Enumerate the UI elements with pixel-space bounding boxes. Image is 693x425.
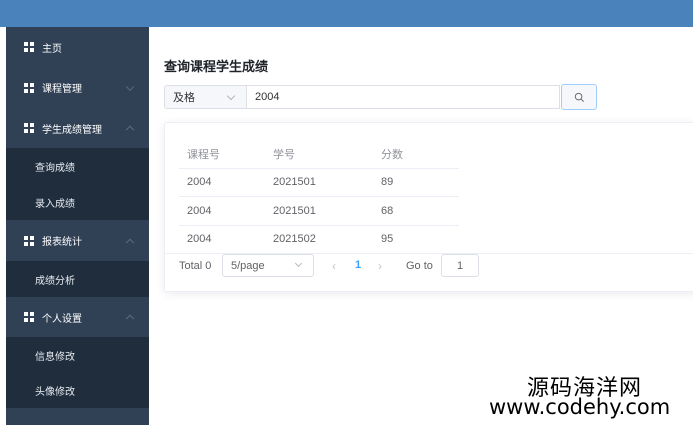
column-header-student-id: 学号 (265, 140, 373, 169)
column-header-course-id: 课程号 (179, 140, 265, 169)
goto-label: Go to (406, 260, 433, 272)
cell-score: 68 (373, 196, 459, 226)
table-row[interactable]: 2004 2021501 68 (179, 196, 459, 226)
page-title: 查询课程学生成绩 (164, 59, 269, 74)
sidebar-item-enter-grades[interactable]: 录入成绩 (6, 185, 149, 220)
sidebar-item-label: 查询成绩 (35, 163, 75, 174)
top-header-bar (0, 0, 693, 27)
cell-score: 95 (373, 225, 459, 254)
sidebar-item-course-management[interactable]: 课程管理 (6, 67, 149, 108)
page-number-current[interactable]: 1 (355, 259, 361, 271)
sidebar-item-grade-analysis[interactable]: 成绩分析 (6, 261, 149, 297)
sidebar-item-query-grades[interactable]: 查询成绩 (6, 148, 149, 185)
sidebar-item-report-stats[interactable]: 报表统计 (6, 220, 149, 261)
sidebar-item-label: 个人设置 (42, 313, 82, 325)
table-header-row: 课程号 学号 分数 (179, 140, 459, 169)
grid-icon (24, 123, 34, 133)
page-size-value: 5/page (231, 259, 265, 272)
search-icon (574, 92, 584, 102)
table-row[interactable]: 2004 2021501 89 (179, 168, 459, 197)
grid-icon (24, 312, 34, 322)
grid-icon (24, 235, 34, 246)
sidebar-item-edit-info[interactable]: 信息修改 (6, 337, 149, 373)
sidebar-item-home[interactable]: 主页 (6, 27, 149, 67)
sidebar-bottom-band (6, 408, 149, 425)
sidebar-item-edit-avatar[interactable]: 头像修改 (6, 373, 149, 408)
cell-student-id: 2021501 (265, 168, 373, 197)
cell-course-id: 2004 (179, 168, 265, 197)
watermark-url: www.codehy.com (489, 395, 671, 419)
chevron-up-icon (125, 314, 135, 324)
grade-filter-value: 及格 (173, 92, 195, 104)
cell-student-id: 2021501 (265, 196, 373, 226)
grade-filter-select[interactable]: 及格 (164, 85, 246, 109)
sidebar-item-label: 课程管理 (42, 84, 82, 95)
cell-student-id: 2021502 (265, 225, 373, 254)
search-input[interactable] (246, 85, 560, 109)
table-row[interactable]: 2004 2021502 95 (179, 225, 459, 254)
grid-icon (24, 42, 34, 52)
chevron-up-icon (125, 125, 135, 135)
sidebar-item-personal-settings[interactable]: 个人设置 (6, 297, 149, 337)
cell-course-id: 2004 (179, 225, 265, 254)
sidebar-item-label: 报表统计 (42, 237, 82, 248)
goto-page-input[interactable] (441, 254, 479, 277)
prev-page-button[interactable]: ‹ (332, 259, 336, 273)
next-page-button[interactable]: › (378, 259, 382, 273)
chevron-up-icon (125, 238, 135, 247)
sidebar-item-grade-management[interactable]: 学生成绩管理 (6, 108, 149, 148)
pagination-total: Total 0 (179, 260, 212, 272)
sidebar-item-label: 成绩分析 (35, 275, 75, 287)
cell-score: 89 (373, 168, 459, 197)
sidebar-item-label: 信息修改 (35, 351, 75, 363)
grades-table: 课程号 学号 分数 2004 2021501 89 2004 2021501 6… (179, 140, 459, 254)
cell-course-id: 2004 (179, 196, 265, 226)
page-size-select[interactable]: 5/page (222, 254, 314, 277)
chevron-down-icon (294, 259, 303, 268)
sidebar-item-label: 主页 (42, 43, 62, 55)
sidebar-item-label: 录入成绩 (35, 199, 75, 210)
sidebar-item-label: 学生成绩管理 (42, 124, 102, 136)
column-header-score: 分数 (373, 140, 459, 169)
chevron-down-icon (226, 91, 236, 101)
chevron-down-icon (125, 82, 135, 91)
sidebar-menu: 主页 课程管理 学生成绩管理 查询成绩 录入成绩 报表统计 成绩分析 个人设置 … (6, 27, 149, 408)
search-button[interactable] (561, 84, 597, 110)
sidebar-item-label: 头像修改 (35, 387, 75, 398)
grid-icon (24, 82, 34, 93)
